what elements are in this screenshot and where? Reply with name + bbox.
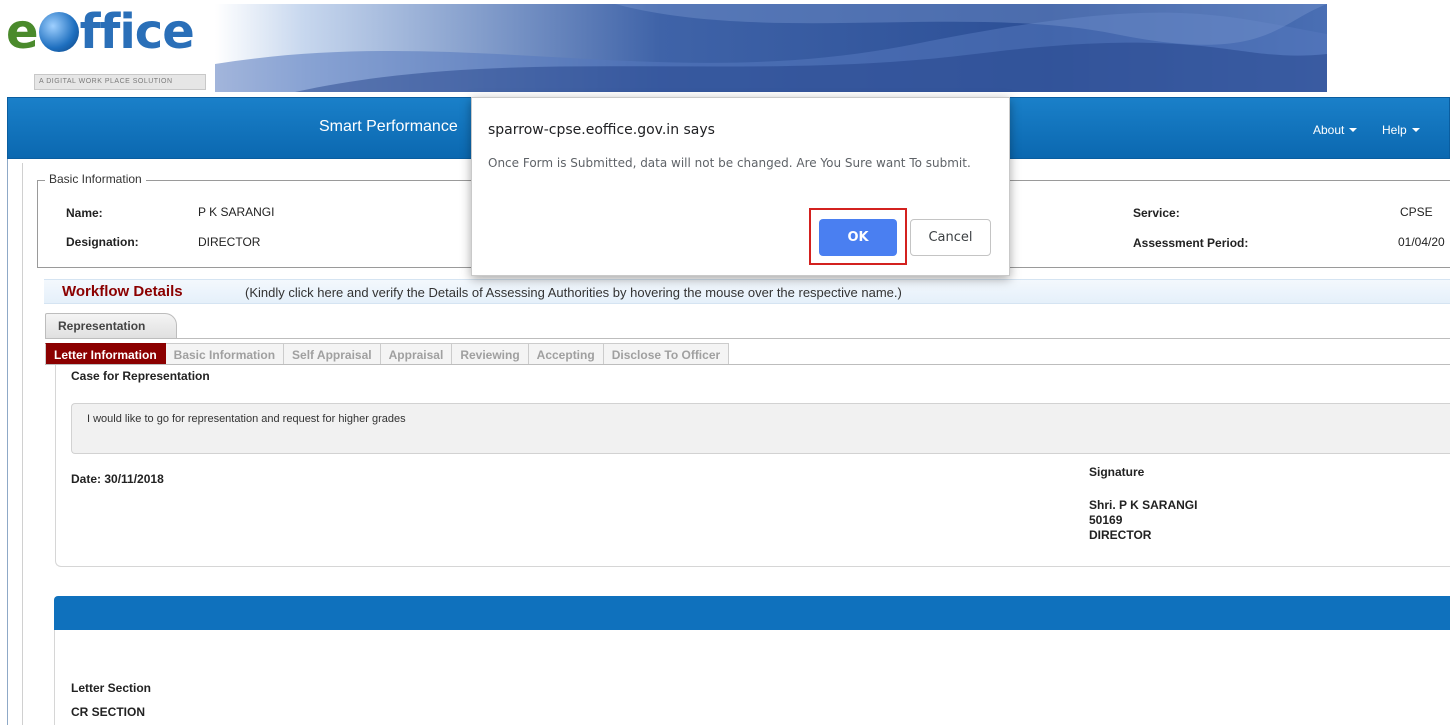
letter-panel xyxy=(55,365,1450,567)
signer-designation: DIRECTOR xyxy=(1089,528,1152,542)
caret-down-icon xyxy=(1411,128,1420,132)
banner-art xyxy=(215,4,1327,92)
signer-name: Shri. P K SARANGI xyxy=(1089,498,1198,512)
header-banner: e ffice A DIGITAL WORK PLACE SOLUTION xyxy=(0,0,1450,95)
case-text-box xyxy=(71,403,1450,454)
name-value: P K SARANGI xyxy=(198,205,275,219)
logo-tagline: A DIGITAL WORK PLACE SOLUTION xyxy=(34,74,206,90)
letter-section-value: CR SECTION xyxy=(71,705,146,719)
subtab-accepting[interactable]: Accepting xyxy=(528,343,604,365)
subtab-appraisal[interactable]: Appraisal xyxy=(380,343,453,365)
content-divider xyxy=(22,163,23,725)
app-title: Smart Performance xyxy=(319,118,458,135)
assessment-period-value: 01/04/20 xyxy=(1398,235,1445,249)
designation-value: DIRECTOR xyxy=(198,235,261,249)
letter-subtabs: Letter Information Basic Information Sel… xyxy=(45,343,730,365)
signer-id: 50169 xyxy=(1089,513,1123,527)
subtab-basic-information[interactable]: Basic Information xyxy=(165,343,285,365)
cancel-button[interactable]: Cancel xyxy=(910,219,991,256)
service-value: CPSE xyxy=(1400,205,1433,219)
help-label: Help xyxy=(1382,123,1407,137)
ok-button[interactable]: OK xyxy=(819,219,897,256)
designation-label: Designation: xyxy=(66,235,139,249)
basic-info-legend: Basic Information xyxy=(45,172,146,186)
subtab-self-appraisal[interactable]: Self Appraisal xyxy=(284,343,381,365)
assessment-period-label: Assessment Period: xyxy=(1133,236,1249,250)
case-text: I would like to go for representation an… xyxy=(87,413,406,425)
dialog-message: Once Form is Submitted, data will not be… xyxy=(488,156,971,170)
help-menu[interactable]: Help xyxy=(1382,123,1420,137)
logo-e: e xyxy=(6,4,39,60)
about-label: About xyxy=(1313,123,1345,137)
tab-divider xyxy=(45,338,1450,339)
name-label: Name: xyxy=(66,206,103,220)
subtab-reviewing[interactable]: Reviewing xyxy=(452,343,529,365)
section-header-bar xyxy=(54,596,1450,630)
letter-section-label: Letter Section xyxy=(71,681,152,695)
subtab-letter-information[interactable]: Letter Information xyxy=(45,343,166,365)
tab-representation[interactable]: Representation xyxy=(45,313,177,338)
case-for-representation-title: Case for Representation xyxy=(71,369,210,383)
eoffice-logo: e ffice A DIGITAL WORK PLACE SOLUTION xyxy=(4,8,214,92)
workflow-bar: Workflow Details (Kindly click here and … xyxy=(44,279,1450,304)
letter-section-panel xyxy=(54,630,1450,725)
confirm-dialog: sparrow-cpse.eoffice.gov.in says Once Fo… xyxy=(471,97,1010,276)
workflow-hint: (Kindly click here and verify the Detail… xyxy=(245,285,902,300)
workflow-details-link[interactable]: Workflow Details xyxy=(62,283,183,300)
globe-icon xyxy=(38,12,79,52)
service-label: Service: xyxy=(1133,206,1180,220)
about-menu[interactable]: About xyxy=(1313,123,1358,137)
subtab-disclose-to-officer[interactable]: Disclose To Officer xyxy=(603,343,730,365)
dialog-title: sparrow-cpse.eoffice.gov.in says xyxy=(488,122,715,138)
signature-label: Signature xyxy=(1089,465,1145,479)
letter-date: Date: 30/11/2018 xyxy=(71,472,164,486)
caret-down-icon xyxy=(1349,128,1358,132)
logo-ffice: ffice xyxy=(79,4,195,60)
